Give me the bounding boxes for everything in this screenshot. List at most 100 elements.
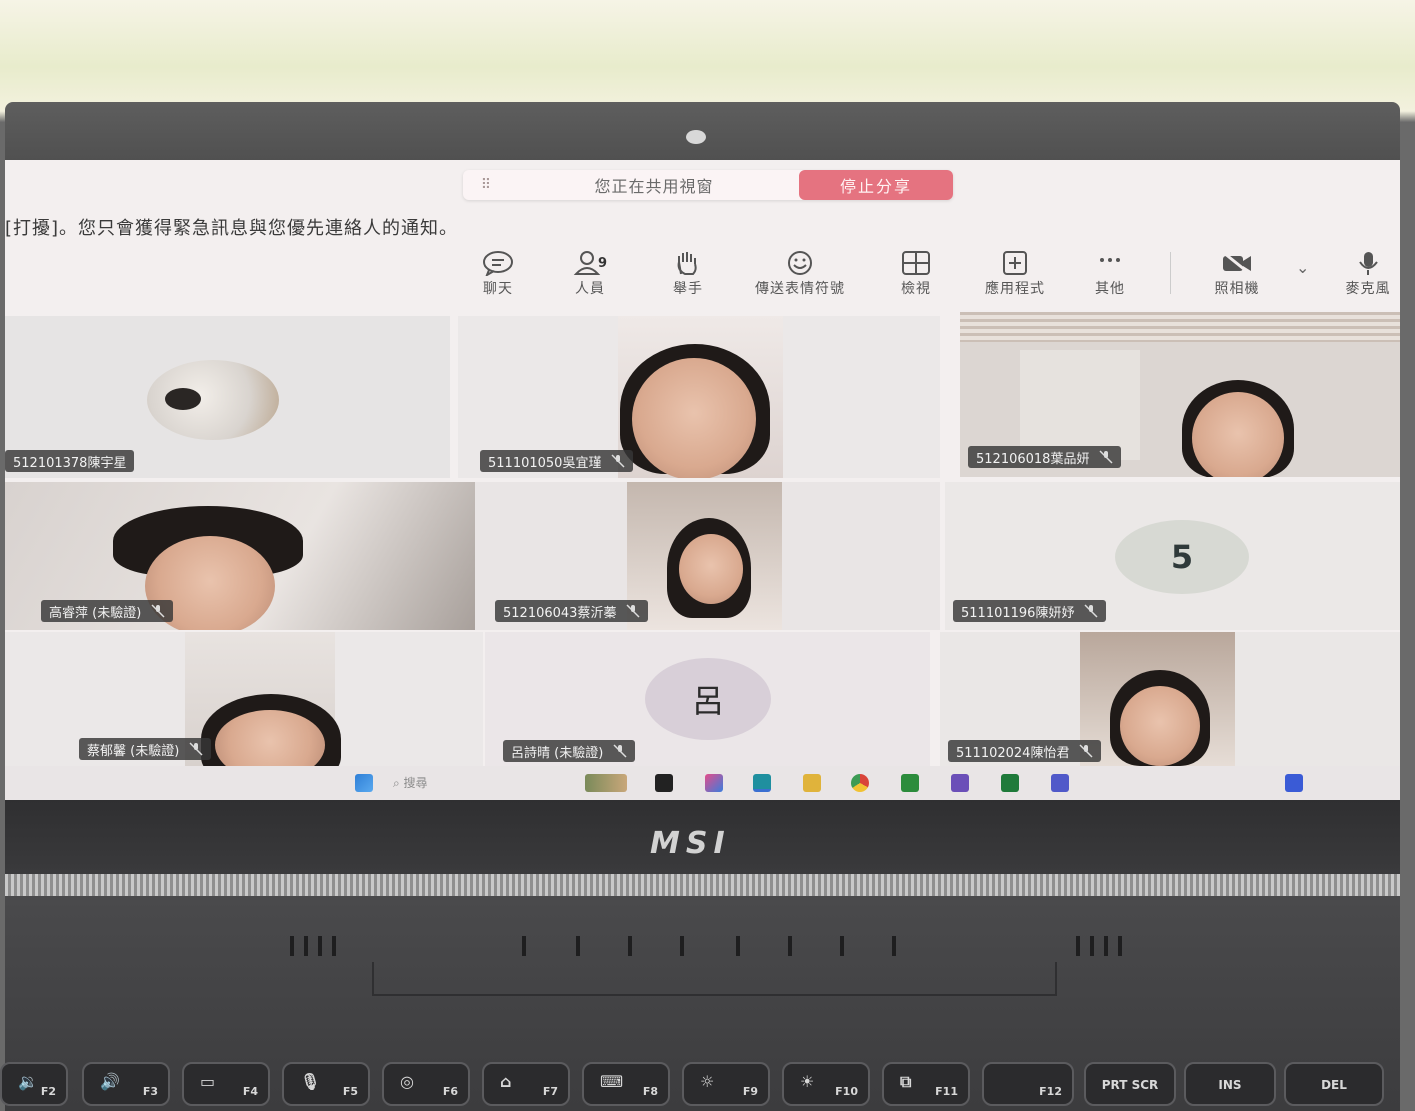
mic-button[interactable]: 麥克風 bbox=[1336, 250, 1400, 298]
brightness-down-icon: ☼ bbox=[700, 1072, 715, 1091]
notification-banner: [打擾]。您只會獲得緊急訊息與您優先連絡人的通知。 bbox=[5, 218, 459, 239]
touchpad-edge bbox=[372, 962, 1057, 996]
room-wall bbox=[1020, 350, 1140, 460]
microphone-icon bbox=[1359, 252, 1378, 275]
teams-icon[interactable] bbox=[1051, 774, 1069, 792]
mic-muted-icon bbox=[611, 454, 625, 468]
file-explorer-icon[interactable] bbox=[803, 774, 821, 792]
edge-icon[interactable] bbox=[753, 774, 771, 792]
mic-mute-icon: 🎙 bbox=[300, 1072, 321, 1091]
speaker-grille bbox=[5, 874, 1400, 896]
vent-slot bbox=[332, 936, 336, 956]
participant-tile[interactable]: 5 511101196陳妍妤 bbox=[945, 482, 1400, 630]
chat-button[interactable]: 聊天 bbox=[470, 250, 526, 298]
key-f9[interactable]: ☼ F9 bbox=[682, 1062, 770, 1106]
key-prtscr[interactable]: PRT SCR bbox=[1084, 1062, 1176, 1106]
laptop-screen: ⠿ 您正在共用視窗 停止分享 [打擾]。您只會獲得緊急訊息與您優先連絡人的通知。… bbox=[5, 160, 1400, 800]
key-label: F8 bbox=[642, 1085, 658, 1098]
reactions-button[interactable]: 傳送表情符號 bbox=[740, 250, 860, 298]
meeting-toolbar: 聊天 9 人員 舉手 傳送表情符號 檢視 應用程式 其他 照相機 ⌄ 麥克風 bbox=[470, 250, 1400, 306]
msi-logo: MSI bbox=[650, 826, 731, 861]
participant-tile[interactable]: 511101050吳宜瑾 bbox=[458, 316, 940, 478]
key-label: INS bbox=[1218, 1078, 1242, 1092]
key-label: F11 bbox=[935, 1085, 958, 1098]
sharing-bar: ⠿ 您正在共用視窗 停止分享 bbox=[463, 170, 953, 200]
vent-slot bbox=[1118, 936, 1122, 956]
msi-center-icon[interactable] bbox=[951, 774, 969, 792]
more-label: 其他 bbox=[1095, 281, 1125, 297]
mic-muted-icon bbox=[189, 742, 203, 756]
key-f4[interactable]: ▭ F4 bbox=[182, 1062, 270, 1106]
stop-sharing-button[interactable]: 停止分享 bbox=[799, 170, 953, 200]
more-button[interactable]: 其他 bbox=[1082, 250, 1138, 298]
participant-name-tag: 呂詩晴 (未驗證) bbox=[503, 740, 636, 762]
camera-options-chevron-icon[interactable]: ⌄ bbox=[1296, 258, 1309, 277]
apps-button[interactable]: 應用程式 bbox=[970, 250, 1060, 298]
vent-slot bbox=[290, 936, 294, 956]
participant-video bbox=[618, 316, 783, 478]
key-f7[interactable]: ⌂ F7 bbox=[482, 1062, 570, 1106]
toolbar-divider bbox=[1170, 252, 1171, 294]
participant-name: 511101196陳妍妤 bbox=[961, 605, 1075, 621]
participant-name-tag: 512101378陳宇星 bbox=[5, 450, 135, 472]
apps-label: 應用程式 bbox=[985, 281, 1045, 297]
participant-tile[interactable]: 512106043蔡沂蓁 bbox=[475, 482, 940, 630]
view-button[interactable]: 檢視 bbox=[888, 250, 944, 298]
key-ins[interactable]: INS bbox=[1184, 1062, 1276, 1106]
key-label: F3 bbox=[142, 1085, 158, 1098]
view-label: 檢視 bbox=[901, 281, 931, 297]
mic-muted-icon bbox=[1099, 450, 1113, 464]
windows-start-icon[interactable] bbox=[355, 774, 373, 792]
task-view-icon[interactable] bbox=[655, 774, 673, 792]
participant-tile[interactable]: 呂 呂詩晴 (未驗證) bbox=[485, 632, 930, 766]
key-f3[interactable]: 🔊 F3 bbox=[82, 1062, 170, 1106]
participant-name-tag: 511102024陳怡君 bbox=[948, 740, 1102, 762]
key-f2[interactable]: 🔉 F2 bbox=[0, 1062, 68, 1106]
key-label: F5 bbox=[342, 1085, 358, 1098]
participant-tile[interactable]: 高睿萍 (未驗證) bbox=[5, 482, 475, 630]
more-icon bbox=[1100, 258, 1120, 262]
key-f10[interactable]: ☀ F10 bbox=[782, 1062, 870, 1106]
participant-tile[interactable]: 蔡郁馨 (未驗證) bbox=[5, 632, 483, 766]
copilot-icon[interactable] bbox=[705, 774, 723, 792]
display-switch-icon: ⧉ bbox=[900, 1072, 912, 1091]
mic-muted-icon bbox=[1079, 744, 1093, 758]
keyboard-backlight-icon: ⌨ bbox=[600, 1072, 624, 1091]
widgets-icon[interactable] bbox=[585, 774, 627, 792]
participant-tile[interactable]: 512106018葉品妍 bbox=[960, 312, 1400, 477]
key-label: F4 bbox=[242, 1085, 258, 1098]
mic-muted-icon bbox=[1084, 604, 1098, 618]
excel-icon[interactable] bbox=[1001, 774, 1019, 792]
taskbar-search[interactable]: ⌕ 搜尋 bbox=[393, 774, 493, 792]
xbox-icon[interactable] bbox=[901, 774, 919, 792]
participant-avatar: 呂 bbox=[645, 658, 771, 740]
raise-hand-button[interactable]: 舉手 bbox=[660, 250, 716, 298]
camera-label: 照相機 bbox=[1214, 281, 1260, 297]
key-f5[interactable]: 🎙 F5 bbox=[282, 1062, 370, 1106]
user-scenario-icon: ⌂ bbox=[500, 1072, 512, 1091]
raise-hand-label: 舉手 bbox=[673, 281, 703, 297]
participant-name-tag: 512106043蔡沂蓁 bbox=[495, 600, 649, 622]
participant-name-tag: 蔡郁馨 (未驗證) bbox=[79, 738, 212, 760]
photo-scene: ⠿ 您正在共用視窗 停止分享 [打擾]。您只會獲得緊急訊息與您優先連絡人的通知。… bbox=[0, 0, 1415, 1111]
camera-button[interactable]: 照相機 bbox=[1202, 250, 1272, 298]
key-f11[interactable]: ⧉ F11 bbox=[882, 1062, 970, 1106]
drag-handle-icon[interactable]: ⠿ bbox=[463, 177, 509, 193]
vent-slot bbox=[892, 936, 896, 956]
participant-name: 蔡郁馨 (未驗證) bbox=[87, 743, 180, 759]
key-f12[interactable]: F12 bbox=[982, 1062, 1074, 1106]
vent-slot bbox=[840, 936, 844, 956]
key-del[interactable]: DEL bbox=[1284, 1062, 1384, 1106]
key-f6[interactable]: ◎ F6 bbox=[382, 1062, 470, 1106]
hand-icon bbox=[677, 252, 697, 275]
people-button[interactable]: 9 人員 bbox=[562, 250, 618, 298]
key-label: PRT SCR bbox=[1101, 1078, 1159, 1092]
participant-tile[interactable]: 511102024陳怡君 bbox=[940, 632, 1400, 766]
participant-name-tag: 511101050吳宜瑾 bbox=[480, 450, 634, 472]
participant-name: 高睿萍 (未驗證) bbox=[49, 605, 142, 621]
webcam-lens bbox=[686, 130, 706, 144]
participant-tile[interactable]: 512101378陳宇星 bbox=[5, 316, 450, 478]
key-f8[interactable]: ⌨ F8 bbox=[582, 1062, 670, 1106]
tray-app-icon[interactable] bbox=[1285, 774, 1303, 792]
chrome-icon[interactable] bbox=[851, 774, 869, 792]
